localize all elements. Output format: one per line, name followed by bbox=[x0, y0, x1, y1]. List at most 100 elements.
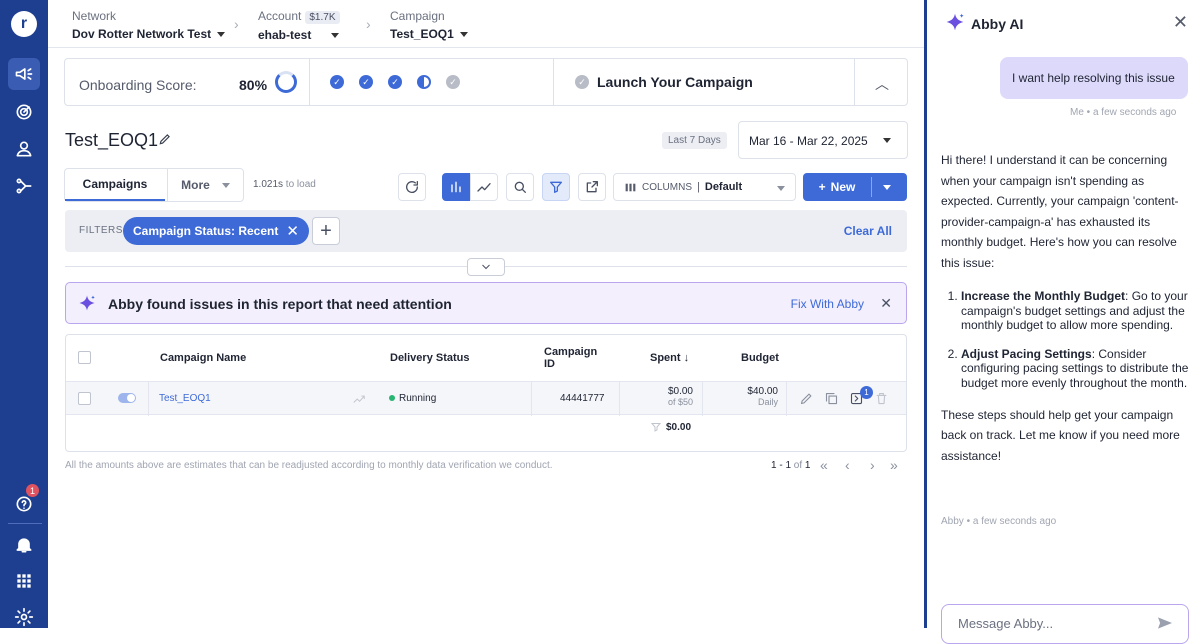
abby-steps: Increase the Monthly Budget: Go to your … bbox=[941, 289, 1191, 391]
breadcrumb-account[interactable]: Account $1.7K ehab-test bbox=[258, 9, 340, 42]
pagination-range: 1 - 1 bbox=[771, 460, 792, 471]
sparkle-icon bbox=[946, 13, 964, 31]
column-header-id-line2: ID bbox=[544, 358, 555, 370]
abby-ai-panel: Abby AI ✕ I want help resolving this iss… bbox=[924, 0, 1200, 644]
spent-cap: of $50 bbox=[667, 397, 693, 407]
pagination-total: 1 bbox=[804, 460, 811, 471]
campaign-name-link[interactable]: Test_EOQ1 bbox=[159, 393, 211, 404]
onboarding-steps: ✓ ✓ ✓ ✓ bbox=[310, 59, 554, 105]
duplicate-icon[interactable] bbox=[824, 391, 839, 406]
trash-icon[interactable] bbox=[874, 391, 889, 406]
onboarding-score-label: Onboarding Score: bbox=[79, 77, 197, 93]
close-icon[interactable]: ✕ bbox=[286, 222, 299, 240]
disclaimer-text: All the amounts above are estimates that… bbox=[65, 460, 553, 471]
filter-button[interactable] bbox=[542, 173, 570, 201]
spent-value: $0.00 bbox=[667, 386, 693, 397]
onboarding-score-section: Onboarding Score: 80% bbox=[65, 59, 310, 105]
new-dropdown-button[interactable] bbox=[883, 185, 891, 190]
column-header-id[interactable]: Campaign ID bbox=[544, 335, 597, 381]
trend-icon[interactable] bbox=[351, 392, 367, 406]
check-circle-icon[interactable]: ✓ bbox=[330, 75, 344, 89]
abby-banner-text: Abby found issues in this report that ne… bbox=[108, 296, 452, 312]
date-range-picker[interactable]: Mar 16 - Mar 22, 2025 bbox=[738, 121, 908, 159]
column-divider bbox=[531, 382, 532, 416]
new-button[interactable]: + New bbox=[803, 173, 871, 201]
step-title: Increase the Monthly Budget bbox=[961, 289, 1126, 303]
help-icon[interactable]: 1 bbox=[8, 484, 40, 520]
column-header-budget[interactable]: Budget bbox=[741, 335, 779, 381]
total-spent: $0.00 bbox=[666, 422, 692, 433]
check-circle-icon[interactable]: ✓ bbox=[446, 75, 460, 89]
close-icon[interactable]: ✕ bbox=[1173, 12, 1188, 33]
bar-chart-button[interactable] bbox=[442, 173, 470, 201]
column-header-id-line1: Campaign bbox=[544, 346, 598, 358]
bell-icon[interactable] bbox=[8, 529, 40, 561]
check-circle-icon[interactable]: ✓ bbox=[388, 75, 402, 89]
columns-select[interactable]: COLUMNS | Default bbox=[613, 173, 796, 201]
chevron-up-icon[interactable]: ︿ bbox=[875, 74, 889, 94]
split-divider bbox=[871, 177, 872, 197]
tab-more[interactable]: More bbox=[167, 169, 243, 201]
chevron-down-icon bbox=[883, 138, 891, 143]
onboarding-score-value: 80% bbox=[239, 77, 268, 93]
first-page-icon[interactable]: « bbox=[820, 457, 828, 473]
next-page-icon[interactable]: › bbox=[870, 457, 875, 473]
prev-page-icon[interactable]: ‹ bbox=[845, 457, 850, 473]
budget-type: Daily bbox=[757, 397, 778, 407]
launch-campaign-section[interactable]: ✓ Launch Your Campaign bbox=[554, 59, 855, 105]
column-divider bbox=[786, 382, 787, 416]
new-button-label: New bbox=[830, 180, 856, 194]
flow-icon[interactable] bbox=[8, 170, 40, 202]
chevron-down-icon bbox=[482, 264, 490, 270]
sidebar-divider bbox=[8, 523, 42, 524]
user-message-meta: Me • a few seconds ago bbox=[1070, 107, 1177, 118]
abby-message-meta: Abby • a few seconds ago bbox=[941, 516, 1057, 527]
select-all-checkbox[interactable] bbox=[78, 351, 91, 364]
abby-intro: Hi there! I understand it can be concern… bbox=[941, 153, 1179, 270]
tab-campaigns[interactable]: Campaigns bbox=[65, 169, 165, 201]
check-circle-icon[interactable]: ✓ bbox=[359, 75, 373, 89]
last-page-icon[interactable]: » bbox=[890, 457, 898, 473]
clear-all-link[interactable]: Clear All bbox=[844, 224, 892, 238]
breadcrumb-campaign[interactable]: Campaign Test_EOQ1 bbox=[390, 9, 468, 41]
filters-label: FILTERS bbox=[79, 225, 123, 236]
progress-ring bbox=[275, 71, 297, 93]
message-input[interactable] bbox=[958, 616, 1148, 631]
export-button[interactable] bbox=[578, 173, 606, 201]
fix-with-abby-link[interactable]: Fix With Abby bbox=[791, 297, 864, 311]
load-time-value: 1.021s bbox=[253, 179, 284, 190]
refresh-button[interactable] bbox=[398, 173, 426, 201]
search-button[interactable] bbox=[506, 173, 534, 201]
pencil-icon[interactable] bbox=[799, 391, 814, 406]
add-filter-button[interactable]: + bbox=[312, 217, 340, 245]
apps-icon[interactable] bbox=[8, 565, 40, 597]
campaign-toggle[interactable] bbox=[118, 393, 136, 403]
column-header-name[interactable]: Campaign Name bbox=[160, 335, 246, 381]
breadcrumb-label: Campaign bbox=[390, 9, 445, 23]
breadcrumb-network[interactable]: Network Dov Rotter Network Test bbox=[72, 9, 226, 41]
page-title: Test_EOQ1 bbox=[65, 130, 159, 150]
chevron-down-icon bbox=[777, 186, 785, 191]
column-header-spent[interactable]: Spent ↓ bbox=[650, 335, 689, 381]
account-balance-badge: $1.7K bbox=[305, 11, 340, 24]
row-checkbox[interactable] bbox=[78, 392, 91, 405]
tab-more-label: More bbox=[181, 178, 210, 192]
app-logo[interactable]: r bbox=[11, 11, 37, 37]
list-item: Increase the Monthly Budget: Go to your … bbox=[961, 289, 1191, 333]
target-icon[interactable] bbox=[8, 96, 40, 128]
load-time-suffix: to load bbox=[283, 179, 316, 190]
expand-chart-button[interactable] bbox=[467, 258, 505, 276]
line-chart-button[interactable] bbox=[470, 173, 498, 201]
settings-icon[interactable] bbox=[8, 601, 40, 633]
column-header-status[interactable]: Delivery Status bbox=[390, 335, 469, 381]
campaigns-table: Campaign Name Delivery Status Campaign I… bbox=[65, 334, 907, 452]
abby-message: Hi there! I understand it can be concern… bbox=[941, 150, 1191, 466]
table-row[interactable]: Test_EOQ1 Running 44441777 $0.00 of $50 … bbox=[66, 381, 906, 416]
filter-chip[interactable]: Campaign Status: Recent ✕ bbox=[123, 217, 309, 245]
pencil-icon[interactable] bbox=[158, 132, 172, 146]
half-circle-icon[interactable] bbox=[417, 75, 431, 89]
close-icon[interactable]: ✕ bbox=[880, 295, 892, 312]
megaphone-icon[interactable] bbox=[8, 58, 40, 90]
columns-separator: | bbox=[697, 181, 700, 193]
user-icon[interactable] bbox=[8, 133, 40, 165]
